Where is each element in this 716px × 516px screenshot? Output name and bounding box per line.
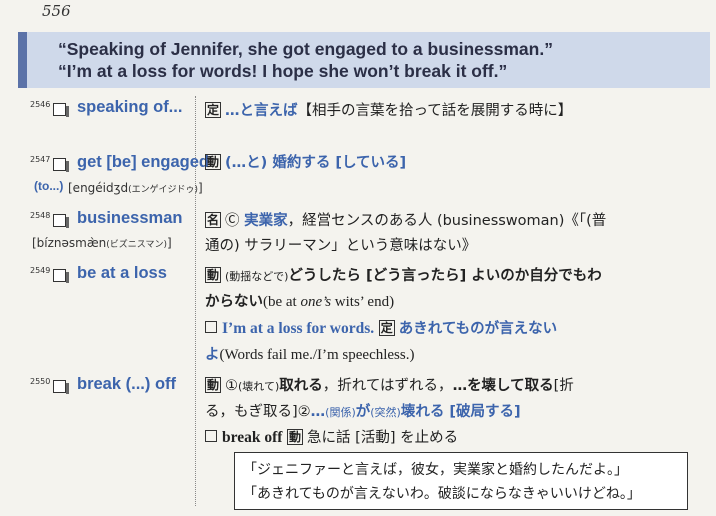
countable-mark: Ⓒ (225, 213, 240, 229)
definition-line-2: からない(be at one’s wits’ end) (205, 294, 395, 310)
entry-number: 2547 (30, 155, 51, 164)
headword-continuation: (to...) (34, 179, 64, 193)
definition-line-2: 通の) サラリーマン」という意味はない》 (205, 238, 477, 254)
page-number: 556 (42, 2, 71, 20)
checkbox-icon[interactable] (53, 103, 69, 117)
definition-note: 【相手の言葉を拾って話を展開する時に】 (297, 103, 573, 119)
headword: get [be] engaged (77, 153, 210, 171)
checkbox-icon[interactable] (205, 321, 217, 333)
definition-phrase: …と言えば (225, 103, 298, 119)
translation-box: 「ジェニファーと言えば，彼女，実業家と婚約したんだよ。」 「あきれてものが言えな… (234, 452, 688, 510)
checkbox-icon[interactable] (53, 214, 69, 228)
definition-phrase: あきれてものが言えない (398, 321, 558, 337)
definition-line: 動 (…と) 婚約する [している] (205, 151, 406, 172)
definition-note: 急に話 [活動] を止める (307, 430, 459, 446)
definition-line-2: る，もぎ取る]②…(関係)が(突然)壊れる [破局する] (205, 404, 521, 420)
entry-number: 2549 (30, 266, 51, 275)
related-phrase: I’m at a loss for words. (222, 320, 375, 337)
part-of-speech-tag: 動 (205, 154, 222, 170)
translation-line-1: 「ジェニファーと言えば，彼女，実業家と婚約したんだよ。」 (243, 462, 628, 478)
headword: businessman (77, 209, 183, 227)
definition-line: 名 Ⓒ 実業家，経営センスのある人 (businesswoman)《「(普 (205, 209, 606, 230)
headword: be at a loss (77, 264, 167, 282)
banner-sentence-2: “I’m at a loss for words! I hope she won… (58, 61, 508, 81)
definition-phrase: (…と) 婚約する [している] (225, 155, 407, 171)
definition-phrase: どうしたら [どう言ったら] よいのか自分でもわ (288, 268, 602, 284)
definition-line: 動 (動揺などで)どうしたら [どう言ったら] よいのか自分でもわ (205, 264, 602, 285)
part-of-speech-tag: 動 (205, 267, 222, 283)
definition-note: ，経営センスのある人 (businesswoman)《「(普 (287, 213, 607, 229)
pronunciation: [engéidʒd(エンゲイジドゥ)] (68, 181, 203, 195)
entry-number: 2550 (30, 377, 51, 386)
related-phrase-line: I’m at a loss for words. 定あきれてものが言えない (205, 317, 557, 338)
banner-accent-bar (18, 32, 27, 88)
entry-number: 2548 (30, 211, 51, 220)
related-phrase-line: break off 動急に話 [活動] を止める (205, 426, 458, 447)
part-of-speech-tag: 動 (205, 377, 222, 393)
entry-number: 2546 (30, 100, 51, 109)
part-of-speech-tag: 定 (205, 102, 222, 118)
banner-sentence-1: “Speaking of Jennifer, she got engaged t… (58, 39, 553, 59)
definition-line: 動 ①(壊れて)取れる，折れてはずれる，…を壊して取る[折 (205, 377, 574, 394)
example-dialogue-banner: “Speaking of Jennifer, she got engaged t… (18, 32, 710, 88)
pronunciation: [bíznəsmæ̀n(ビズニスマン)] (32, 236, 172, 250)
headword: break (...) off (77, 375, 177, 393)
checkbox-icon[interactable] (53, 380, 69, 394)
part-of-speech-tag: 定 (378, 320, 395, 336)
checkbox-icon[interactable] (205, 430, 217, 442)
translation-line-2: 「あきれてものが言えないわ。破談にならなきゃいいけどね。」 (243, 486, 641, 502)
definition-phrase: 実業家 (244, 213, 288, 229)
usage-note: (動揺などで) (225, 270, 289, 283)
part-of-speech-tag: 名 (205, 212, 222, 228)
checkbox-icon[interactable] (53, 158, 69, 172)
part-of-speech-tag: 動 (287, 429, 304, 445)
checkbox-icon[interactable] (53, 269, 69, 283)
headword: speaking of... (77, 98, 183, 116)
related-phrase: break off (222, 429, 283, 446)
definition-line-4: よ(Words fail me./I’m speechless.) (205, 347, 415, 363)
definition-line: 定 …と言えば【相手の言葉を拾って話を展開する時に】 (205, 99, 572, 120)
